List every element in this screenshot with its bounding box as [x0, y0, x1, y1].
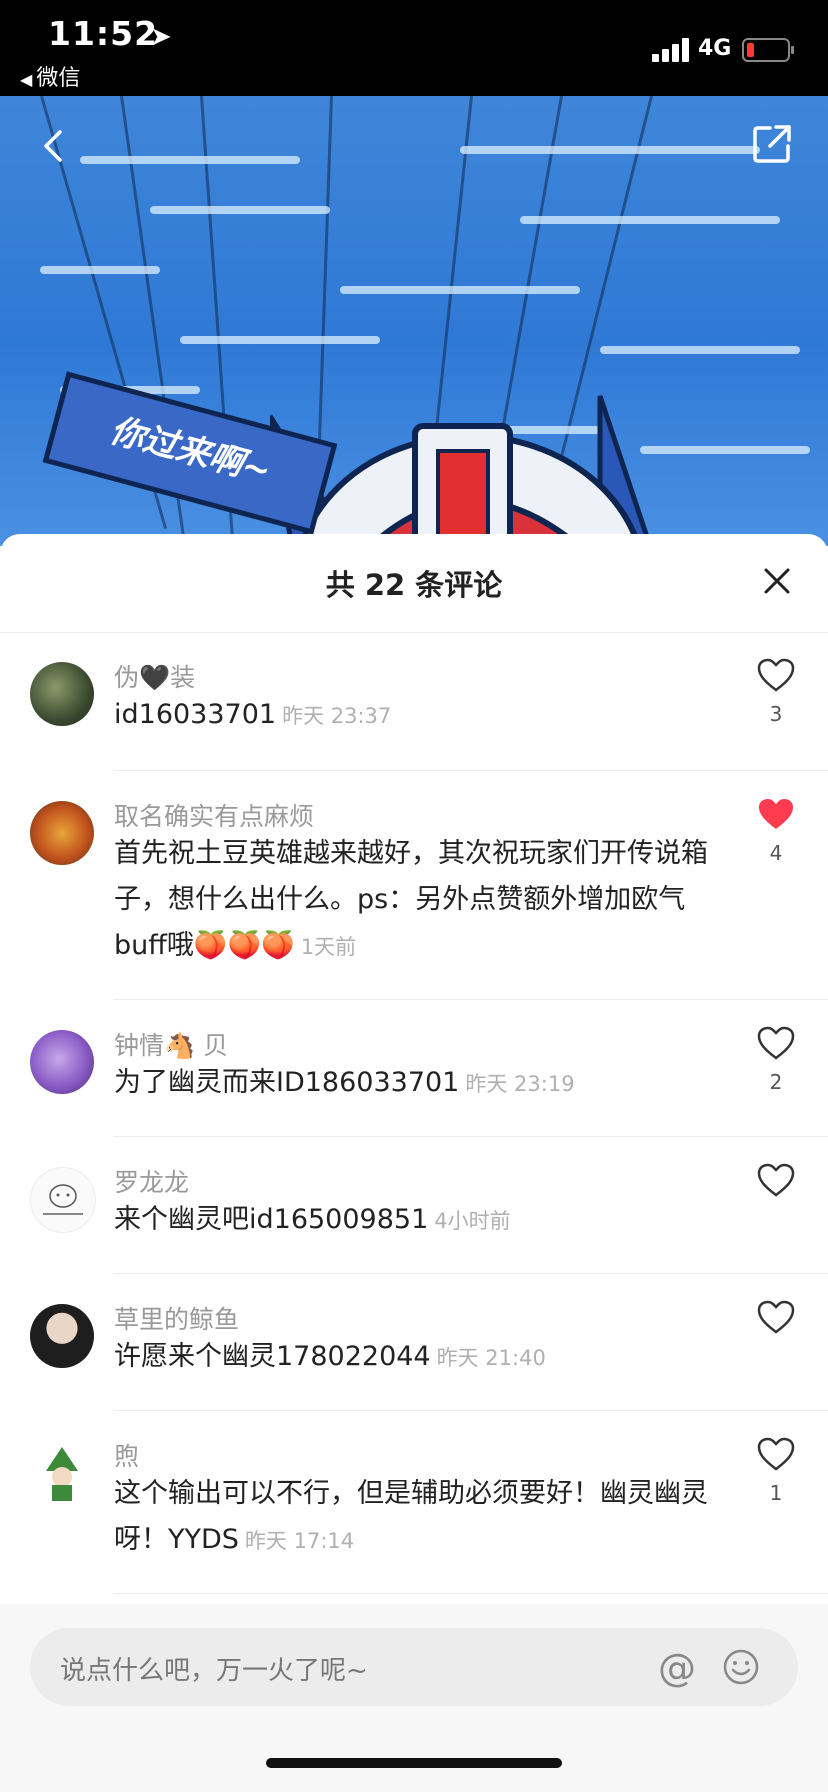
comment-item: 罗龙龙 来个幽灵吧id165009851 4小时前: [0, 1137, 828, 1273]
like-count: 3: [769, 702, 783, 726]
status-time: 11:52: [48, 14, 159, 53]
comment-text: 许愿来个幽灵178022044 昨天 21:40: [114, 1334, 714, 1381]
avatar[interactable]: [30, 1304, 94, 1368]
comment-body: 为了幽灵而来ID186033701: [114, 1067, 460, 1098]
status-bar: 11:52 ➤ ◀ 微信 4G: [0, 0, 828, 96]
comment-username[interactable]: 煦: [114, 1437, 139, 1473]
comment-text: 来个幽灵吧id165009851 4小时前: [114, 1197, 714, 1244]
comment-body: 许愿来个幽灵178022044: [114, 1341, 431, 1372]
heart-icon[interactable]: [756, 1024, 796, 1064]
like-count: 4: [769, 841, 783, 865]
comment-item: 伪🖤装 id16033701 昨天 23:37 3: [0, 632, 828, 770]
comment-item: 取名确实有点麻烦 首先祝土豆英雄越来越好，其次祝玩家们开传说箱子，想什么出什么。…: [0, 771, 828, 999]
comment-body: id16033701: [114, 699, 277, 730]
home-indicator: [266, 1758, 562, 1768]
hero-image: 你过来啊~: [0, 96, 828, 546]
avatar[interactable]: [30, 1441, 94, 1505]
comment-time: 昨天 17:14: [244, 1529, 355, 1553]
signal-icon: [652, 36, 692, 62]
comment-body: 首先祝土豆英雄越来越好，其次祝玩家们开传说箱子，想什么出什么。ps：另外点赞额外…: [114, 838, 708, 961]
comment-input-placeholder: 说点什么吧，万一火了呢~: [60, 1656, 368, 1686]
comment-input-bar: 说点什么吧，万一火了呢~ @: [0, 1604, 828, 1792]
battery-icon: [742, 38, 794, 62]
back-to-app[interactable]: ◀ 微信: [20, 60, 80, 92]
close-icon[interactable]: [760, 564, 794, 598]
emoji-icon[interactable]: [722, 1648, 760, 1686]
heart-icon[interactable]: [756, 1435, 796, 1475]
comment-item: 草里的鲸鱼 许愿来个幽灵178022044 昨天 21:40: [0, 1274, 828, 1410]
avatar[interactable]: [30, 662, 94, 726]
comment-username[interactable]: 伪🖤装: [114, 658, 195, 694]
avatar[interactable]: [30, 1030, 94, 1094]
comment-item: 煦 这个输出可以不行，但是辅助必须要好！幽灵幽灵呀！YYDS 昨天 17:14 1: [0, 1411, 828, 1593]
back-app-label: 微信: [36, 66, 81, 91]
comment-text: 为了幽灵而来ID186033701 昨天 23:19: [114, 1060, 714, 1107]
comment-body: 来个幽灵吧id165009851: [114, 1204, 429, 1235]
network-type: 4G: [698, 36, 732, 61]
like-count: 2: [769, 1070, 783, 1094]
heart-icon[interactable]: [756, 1161, 796, 1201]
comment-username[interactable]: 取名确实有点麻烦: [114, 797, 314, 833]
comment-time: 昨天 23:19: [465, 1072, 575, 1096]
comment-time: 4小时前: [434, 1209, 511, 1233]
location-arrow-icon: ➤: [150, 22, 172, 52]
comment-time: 1天前: [300, 935, 357, 959]
divider: [114, 1593, 828, 1594]
comment-item: 钟情🐴 贝 为了幽灵而来ID186033701 昨天 23:19 2: [0, 1000, 828, 1136]
comment-body: 这个输出可以不行，但是辅助必须要好！幽灵幽灵呀！YYDS: [114, 1478, 708, 1555]
heart-icon[interactable]: [756, 1298, 796, 1338]
comment-input[interactable]: 说点什么吧，万一火了呢~ @: [30, 1628, 798, 1706]
comments-title: 共 22 条评论: [325, 568, 503, 602]
heart-icon[interactable]: [756, 656, 796, 696]
heart-filled-icon[interactable]: [756, 795, 796, 835]
comment-text: id16033701 昨天 23:37: [114, 692, 714, 739]
comment-username[interactable]: 钟情🐴 贝: [114, 1026, 228, 1062]
comment-text: 这个输出可以不行，但是辅助必须要好！幽灵幽灵呀！YYDS 昨天 17:14: [114, 1471, 714, 1564]
chevron-left-icon[interactable]: [34, 126, 74, 166]
at-mention-icon[interactable]: @: [658, 1646, 696, 1690]
comment-time: 昨天 23:37: [282, 704, 392, 728]
like-count: 1: [769, 1481, 783, 1505]
comment-username[interactable]: 草里的鲸鱼: [114, 1300, 239, 1336]
comment-time: 昨天 21:40: [436, 1346, 546, 1370]
comment-username[interactable]: 罗龙龙: [114, 1163, 189, 1199]
avatar[interactable]: [30, 801, 94, 865]
comment-text: 首先祝土豆英雄越来越好，其次祝玩家们开传说箱子，想什么出什么。ps：另外点赞额外…: [114, 831, 714, 970]
comments-header: 共 22 条评论: [0, 534, 828, 633]
share-icon[interactable]: [750, 122, 794, 166]
avatar[interactable]: [30, 1167, 96, 1233]
